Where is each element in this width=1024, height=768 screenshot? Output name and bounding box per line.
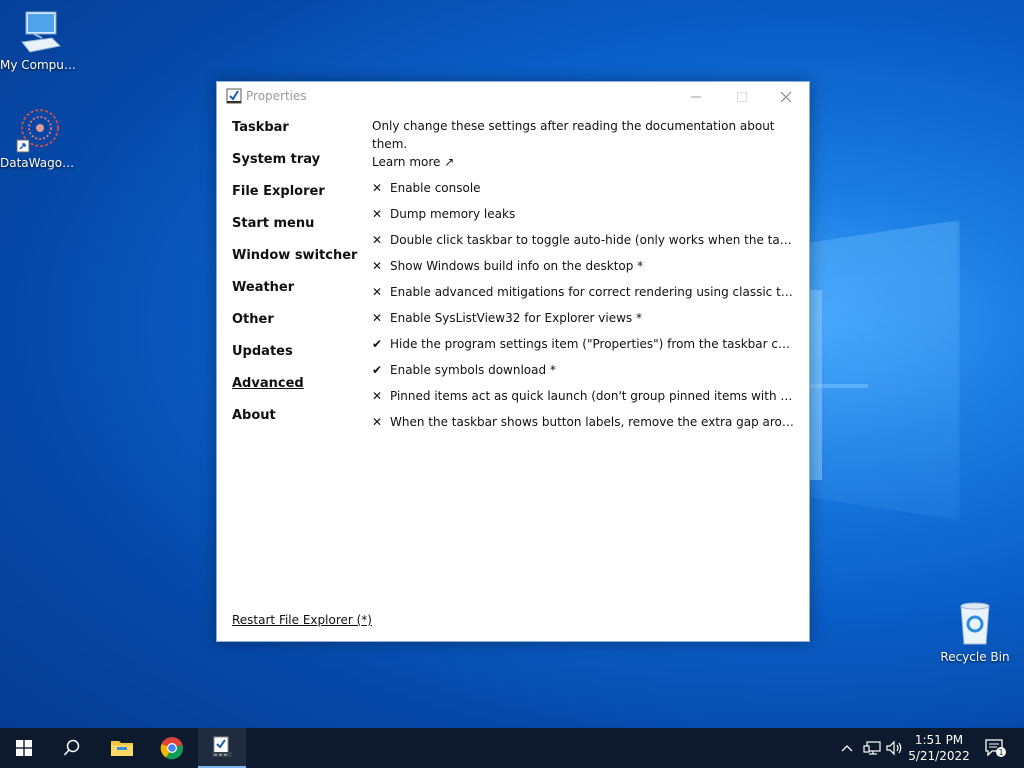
nav-item-advanced[interactable]: Advanced: [232, 376, 362, 408]
nav-item-about[interactable]: About: [232, 408, 362, 440]
network-icon: [863, 741, 881, 755]
nav-item-label: About: [232, 408, 276, 423]
option-label: Enable console: [390, 181, 481, 195]
nav-item-label: Updates: [232, 344, 293, 359]
minimize-button[interactable]: [673, 82, 719, 112]
window-title: Properties: [246, 89, 307, 103]
windows-logo-bar: [808, 384, 868, 388]
properties-window: Properties Taskbar System tray File Expl…: [216, 81, 810, 642]
nav-item-label: Advanced: [232, 376, 304, 391]
option-syslistview32[interactable]: ✕ Enable SysListView32 for Explorer view…: [372, 305, 797, 331]
learn-more-link[interactable]: Learn more ↗: [372, 155, 797, 175]
desktop-icon-datawagon[interactable]: DataWagon...: [0, 106, 80, 170]
nav-item-updates[interactable]: Updates: [232, 344, 362, 376]
clock[interactable]: 1:51 PM 5/21/2022: [905, 732, 973, 764]
unchecked-icon: ✕: [372, 311, 383, 325]
option-label: Enable advanced mitigations for correct …: [390, 285, 797, 299]
unchecked-icon: ✕: [372, 389, 383, 403]
nav-item-system-tray[interactable]: System tray: [232, 152, 362, 184]
nav-item-start-menu[interactable]: Start menu: [232, 216, 362, 248]
notification-count-badge: 1: [998, 748, 1003, 757]
nav-item-weather[interactable]: Weather: [232, 280, 362, 312]
volume-icon: [886, 740, 902, 756]
taskbar: 1:51 PM 5/21/2022 1: [0, 728, 1024, 768]
start-icon: [16, 740, 32, 756]
checkmark-icon: ✔: [372, 337, 383, 351]
nav-item-label: Taskbar: [232, 120, 289, 135]
restart-file-explorer-link[interactable]: Restart File Explorer (*): [232, 613, 372, 627]
settings-content: Only change these settings after reading…: [372, 117, 797, 435]
file-explorer-icon: [111, 741, 133, 756]
unchecked-icon: ✕: [372, 415, 383, 429]
maximize-button[interactable]: [719, 82, 765, 112]
desktop-icon-label: Recycle Bin: [940, 650, 1010, 664]
properties-taskbar-button[interactable]: [198, 728, 246, 768]
nav-item-label: System tray: [232, 152, 321, 167]
volume-button[interactable]: [884, 728, 906, 768]
computer-icon: [16, 8, 64, 56]
nav-item-label: Window switcher: [232, 248, 358, 263]
nav-item-window-switcher[interactable]: Window switcher: [232, 248, 362, 280]
option-enable-console[interactable]: ✕ Enable console: [372, 175, 797, 201]
close-icon: [780, 91, 792, 103]
unchecked-icon: ✕: [372, 233, 383, 247]
chevron-up-icon: [841, 745, 853, 752]
desktop-icon-label: DataWagon...: [0, 156, 80, 170]
settings-nav: Taskbar System tray File Explorer Start …: [232, 120, 362, 440]
settings-description: Only change these settings after reading…: [372, 119, 775, 151]
nav-item-taskbar[interactable]: Taskbar: [232, 120, 362, 152]
option-show-build-info[interactable]: ✕ Show Windows build info on the desktop…: [372, 253, 797, 279]
notification-icon: 1: [985, 739, 1006, 757]
network-button[interactable]: [860, 728, 884, 768]
option-dump-memory-leaks[interactable]: ✕ Dump memory leaks: [372, 201, 797, 227]
nav-item-label: Other: [232, 312, 274, 327]
chrome-icon: [160, 737, 184, 760]
unchecked-icon: ✕: [372, 285, 383, 299]
option-remove-extra-gap[interactable]: ✕ When the taskbar shows button labels, …: [372, 409, 797, 435]
unchecked-icon: ✕: [372, 259, 383, 273]
option-label: Hide the program settings item ("Propert…: [390, 337, 797, 351]
search-icon: [63, 739, 80, 756]
search-button[interactable]: [48, 728, 96, 768]
option-symbols-download[interactable]: ✔ Enable symbols download *: [372, 357, 797, 383]
checkmark-icon: ✔: [372, 363, 383, 377]
option-label: Double click taskbar to toggle auto-hide…: [390, 233, 797, 247]
desktop-icon-my-computer[interactable]: My Computer: [0, 8, 80, 72]
desktop-icon-recycle-bin[interactable]: Recycle Bin: [935, 600, 1015, 664]
properties-app-icon: [226, 88, 242, 104]
show-hidden-icons-button[interactable]: [836, 728, 858, 768]
unchecked-icon: ✕: [372, 181, 383, 195]
start-button[interactable]: [0, 728, 48, 768]
recycle-bin-icon: [951, 600, 999, 648]
nav-item-label: Start menu: [232, 216, 315, 231]
option-label: When the taskbar shows button labels, re…: [390, 415, 797, 429]
option-double-click-autohide[interactable]: ✕ Double click taskbar to toggle auto-hi…: [372, 227, 797, 253]
option-hide-properties-item[interactable]: ✔ Hide the program settings item ("Prope…: [372, 331, 797, 357]
file-explorer-button[interactable]: [98, 728, 146, 768]
option-label: Pinned items act as quick launch (don't …: [390, 389, 797, 403]
minimize-icon: [691, 96, 701, 98]
option-label: Dump memory leaks: [390, 207, 516, 221]
clock-time: 1:51 PM: [914, 733, 964, 747]
option-label: Enable SysListView32 for Explorer views …: [390, 311, 642, 325]
chrome-button[interactable]: [148, 728, 196, 768]
datawagon-icon: [16, 106, 64, 154]
clock-date: 5/21/2022: [908, 749, 970, 763]
nav-item-file-explorer[interactable]: File Explorer: [232, 184, 362, 216]
desktop-icon-label: My Computer: [0, 58, 80, 72]
maximize-icon: [737, 92, 747, 102]
notification-center-button[interactable]: 1: [978, 728, 1012, 768]
nav-item-label: File Explorer: [232, 184, 325, 199]
title-bar[interactable]: Properties: [217, 82, 809, 112]
nav-item-other[interactable]: Other: [232, 312, 362, 344]
properties-app-icon: [212, 736, 232, 757]
option-advanced-mitigations[interactable]: ✕ Enable advanced mitigations for correc…: [372, 279, 797, 305]
unchecked-icon: ✕: [372, 207, 383, 221]
option-label: Enable symbols download *: [390, 363, 556, 377]
option-label: Show Windows build info on the desktop *: [390, 259, 644, 273]
nav-item-label: Weather: [232, 280, 295, 295]
option-pinned-quick-launch[interactable]: ✕ Pinned items act as quick launch (don'…: [372, 383, 797, 409]
close-button[interactable]: [763, 82, 809, 112]
